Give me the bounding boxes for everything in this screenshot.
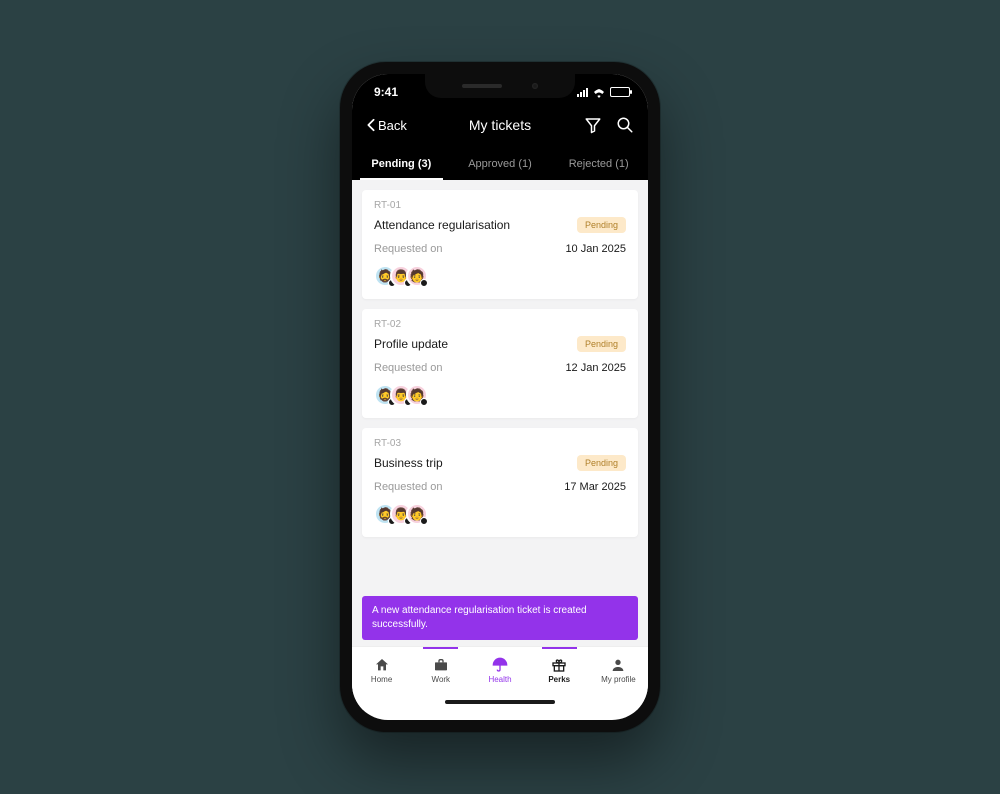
gift-icon [551,657,567,673]
ticket-card[interactable]: RT-01 Attendance regularisation Pending … [362,190,638,299]
bottom-nav: Home Work Health Perks [352,646,648,710]
tab-rejected[interactable]: Rejected (1) [549,158,648,180]
requested-date: 12 Jan 2025 [565,362,626,374]
front-camera [532,83,538,89]
assignee-avatars: 🧔 👨 🧑 [374,384,626,406]
requested-date: 17 Mar 2025 [564,481,626,493]
status-icons [577,87,630,97]
avatar: 🧑 [406,265,428,287]
status-badge: Pending [577,336,626,352]
nav-work[interactable]: Work [411,653,470,684]
nav-label: Work [432,675,451,684]
ticket-id: RT-01 [374,200,626,211]
ticket-title: Business trip [374,456,443,470]
home-indicator [445,700,555,704]
briefcase-icon [433,657,449,673]
back-label: Back [378,118,407,133]
search-icon[interactable] [616,116,634,134]
ticket-title: Attendance regularisation [374,218,510,232]
page-title: My tickets [426,117,574,133]
tab-pending[interactable]: Pending (3) [352,158,451,180]
nav-home[interactable]: Home [352,653,411,684]
assignee-avatars: 🧔 👨 🧑 [374,265,626,287]
battery-icon [610,87,630,97]
tab-approved[interactable]: Approved (1) [451,158,550,180]
clock-icon [420,517,428,525]
nav-profile[interactable]: My profile [589,653,648,684]
requested-date: 10 Jan 2025 [565,243,626,255]
requested-label: Requested on [374,243,443,255]
tabs: Pending (3) Approved (1) Rejected (1) [352,144,648,180]
assignee-avatars: 🧔 👨 🧑 [374,503,626,525]
ticket-id: RT-03 [374,438,626,449]
phone-notch [425,74,575,98]
ticket-id: RT-02 [374,319,626,330]
nav-perks[interactable]: Perks [530,653,589,684]
speaker [462,84,502,88]
clock-icon [420,279,428,287]
nav-label: My profile [601,675,636,684]
requested-label: Requested on [374,481,443,493]
requested-label: Requested on [374,362,443,374]
status-badge: Pending [577,217,626,233]
filter-icon[interactable] [584,116,602,134]
ticket-card[interactable]: RT-03 Business trip Pending Requested on… [362,428,638,537]
umbrella-icon [492,657,508,673]
phone-frame: 9:41 Back My tickets [340,62,660,732]
wifi-icon [592,87,606,97]
page-header: Back My tickets [352,110,648,144]
clock-icon [420,398,428,406]
status-time: 9:41 [374,85,398,99]
chevron-left-icon [366,118,376,132]
avatar: 🧑 [406,384,428,406]
status-badge: Pending [577,455,626,471]
nav-label: Perks [548,675,570,684]
nav-label: Health [488,675,511,684]
ticket-title: Profile update [374,337,448,351]
home-icon [374,657,390,673]
nav-label: Home [371,675,392,684]
nav-health[interactable]: Health [470,653,529,684]
toast-success: A new attendance regularisation ticket i… [362,596,638,640]
cellular-icon [577,87,588,97]
ticket-card[interactable]: RT-02 Profile update Pending Requested o… [362,309,638,418]
ticket-list: RT-01 Attendance regularisation Pending … [352,180,648,646]
phone-screen: 9:41 Back My tickets [352,74,648,720]
profile-icon [610,657,626,673]
avatar: 🧑 [406,503,428,525]
